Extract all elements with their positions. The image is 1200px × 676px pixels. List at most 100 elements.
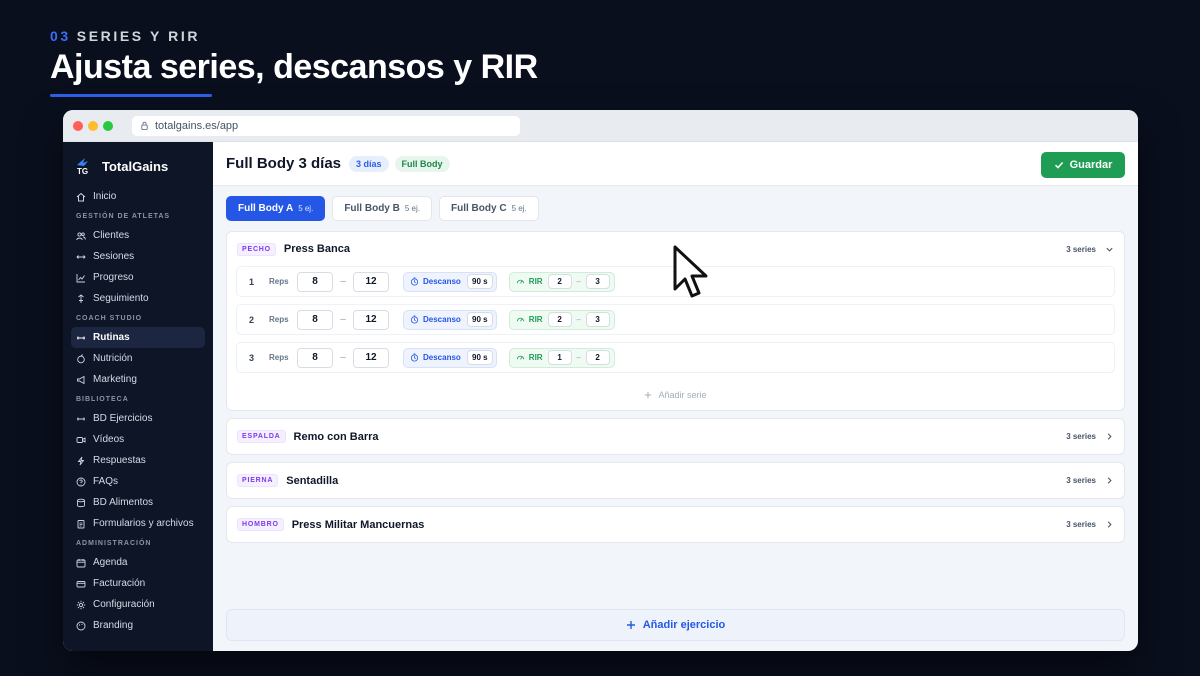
- sidebar-item-rutinas[interactable]: Rutinas: [71, 327, 205, 348]
- exercise-name: Press Banca: [283, 243, 350, 255]
- reps-min-input[interactable]: 8: [297, 309, 333, 330]
- sidebar-item-label: Inicio: [93, 191, 117, 202]
- sidebar-item-label: Branding: [93, 620, 134, 631]
- add-exercise-button[interactable]: Añadir ejercicio: [226, 609, 1125, 641]
- sidebar-item-nutricion[interactable]: Nutrición: [71, 348, 205, 369]
- activity-icon: [78, 293, 84, 303]
- reps-label: Reps: [269, 277, 289, 286]
- address-bar[interactable]: totalgains.es/app: [132, 115, 520, 136]
- rir-max-input[interactable]: 3: [585, 274, 610, 289]
- gear-icon: [76, 600, 86, 609]
- sidebar-item-inicio[interactable]: Inicio: [71, 186, 205, 207]
- reps-label: Reps: [269, 353, 289, 362]
- chevron-right-icon[interactable]: [1105, 432, 1114, 441]
- exercise-name: Sentadilla: [286, 474, 339, 487]
- series-count: 3 series: [1066, 432, 1096, 441]
- reps-max-input[interactable]: 12: [353, 309, 389, 330]
- browser-window: totalgains.es/app TG TotalGains Inicio G…: [63, 110, 1138, 651]
- brand[interactable]: TG TotalGains: [63, 142, 213, 186]
- tab-full-body-c[interactable]: Full Body C 5 ej.: [439, 196, 539, 221]
- sidebar-item-marketing[interactable]: Marketing: [71, 369, 205, 390]
- sidebar-section-title: GESTIÓN DE ATLETAS: [76, 213, 171, 220]
- sidebar-item-sesiones[interactable]: Sesiones: [71, 246, 205, 267]
- rir-min-input[interactable]: 2: [547, 312, 572, 327]
- rest-input[interactable]: 90 s: [466, 274, 493, 289]
- rir-label: RIR: [528, 315, 543, 324]
- chevron-right-icon[interactable]: [1105, 476, 1114, 485]
- tab-label: Full Body C: [451, 203, 507, 214]
- sidebar: TG TotalGains Inicio GESTIÓN DE ATLETAS …: [63, 142, 213, 651]
- tab-label: Full Body A: [238, 203, 294, 214]
- days-badge: 3 días: [349, 155, 389, 172]
- dumbbell-icon: [77, 417, 85, 420]
- reps-max-input[interactable]: 12: [353, 347, 389, 368]
- sidebar-item-label: Vídeos: [93, 434, 125, 445]
- chevron-down-icon[interactable]: [1105, 245, 1114, 254]
- chevron-right-icon[interactable]: [1105, 520, 1114, 529]
- exercise-card-sentadilla[interactable]: PIERNA Sentadilla 3 series: [226, 462, 1125, 499]
- sidebar-item-faqs[interactable]: FAQs: [71, 471, 205, 492]
- close-window-button[interactable]: [73, 120, 83, 131]
- tab-count: 5 ej.: [298, 204, 314, 213]
- tab-full-body-b[interactable]: Full Body B 5 ej.: [332, 196, 432, 221]
- mouse-cursor-icon: [673, 245, 708, 298]
- save-button-label: Guardar: [1069, 159, 1113, 171]
- set-number: 3: [249, 352, 255, 363]
- exercise-name: Remo con Barra: [293, 430, 379, 443]
- svg-text:TG: TG: [77, 167, 88, 176]
- range-separator: –: [340, 276, 346, 287]
- rest-input[interactable]: 90 s: [466, 350, 493, 365]
- rest-input[interactable]: 90 s: [466, 312, 493, 327]
- save-button[interactable]: Guardar: [1041, 152, 1125, 178]
- sidebar-item-label: Facturación: [93, 578, 146, 589]
- rir-min-input[interactable]: 1: [547, 350, 572, 365]
- exercise-card-press-militar[interactable]: HOMBRO Press Militar Mancuernas 3 series: [226, 506, 1125, 543]
- series-count: 3 series: [1066, 476, 1096, 485]
- rest-label: Descanso: [423, 353, 461, 362]
- exercise-card-header[interactable]: ESPALDA Remo con Barra 3 series: [227, 419, 1124, 454]
- sidebar-item-bd-alimentos[interactable]: BD Alimentos: [71, 492, 205, 513]
- sidebar-item-progreso[interactable]: Progreso: [71, 267, 205, 288]
- tab-full-body-a[interactable]: Full Body A 5 ej.: [226, 196, 326, 221]
- sidebar-item-label: Marketing: [93, 374, 137, 385]
- exercise-card-header[interactable]: PIERNA Sentadilla 3 series: [227, 463, 1124, 498]
- database-icon: [77, 498, 85, 507]
- rir-max-input[interactable]: 3: [585, 312, 610, 327]
- reps-min-input[interactable]: 8: [297, 347, 333, 368]
- dumbbell-icon: [77, 336, 85, 339]
- routine-header: Full Body 3 días 3 días Full Body Guarda…: [213, 142, 1138, 186]
- minimize-window-button[interactable]: [88, 120, 98, 131]
- sidebar-item-label: BD Alimentos: [93, 497, 154, 508]
- sidebar-item-seguimiento[interactable]: Seguimiento: [71, 288, 205, 309]
- exercise-card-remo-con-barra[interactable]: ESPALDA Remo con Barra 3 series: [226, 418, 1125, 455]
- exercise-card-header[interactable]: HOMBRO Press Militar Mancuernas 3 series: [227, 507, 1124, 542]
- reps-min-input[interactable]: 8: [297, 271, 333, 292]
- sidebar-item-bd-ejercicios[interactable]: BD Ejercicios: [71, 408, 205, 429]
- sidebar-item-clientes[interactable]: Clientes: [71, 225, 205, 246]
- browser-titlebar: totalgains.es/app: [63, 110, 1138, 142]
- sidebar-section-title: ADMINISTRACIÓN: [76, 540, 152, 547]
- sidebar-item-branding[interactable]: Branding: [71, 615, 205, 636]
- set-number: 1: [249, 276, 255, 287]
- sidebar-item-videos[interactable]: Vídeos: [71, 429, 205, 450]
- rir-max-input[interactable]: 2: [585, 350, 610, 365]
- reps-max-input[interactable]: 12: [353, 271, 389, 292]
- plus-icon: [645, 391, 652, 399]
- day-tabs: Full Body A 5 ej. Full Body B 5 ej. Full B…: [226, 196, 546, 221]
- video-icon: [76, 436, 86, 443]
- sidebar-item-facturacion[interactable]: Facturación: [71, 573, 205, 594]
- users-icon: [76, 231, 86, 240]
- range-separator: –: [576, 353, 581, 362]
- sidebar-item-respuestas[interactable]: Respuestas: [71, 450, 205, 471]
- maximize-window-button[interactable]: [103, 120, 113, 131]
- muscle-tag: HOMBRO: [237, 518, 284, 531]
- sidebar-item-configuracion[interactable]: Configuración: [71, 594, 205, 615]
- type-badge: Full Body: [394, 155, 450, 172]
- rir-min-input[interactable]: 2: [547, 274, 572, 289]
- series-count: 3 series: [1066, 244, 1096, 254]
- sidebar-item-formularios[interactable]: Formularios y archivos: [71, 513, 205, 534]
- totalgains-logo-icon: TG: [77, 158, 88, 176]
- add-set-button[interactable]: Añadir serie: [227, 390, 1124, 400]
- sidebar-item-agenda[interactable]: Agenda: [71, 552, 205, 573]
- set-number: 2: [249, 314, 255, 325]
